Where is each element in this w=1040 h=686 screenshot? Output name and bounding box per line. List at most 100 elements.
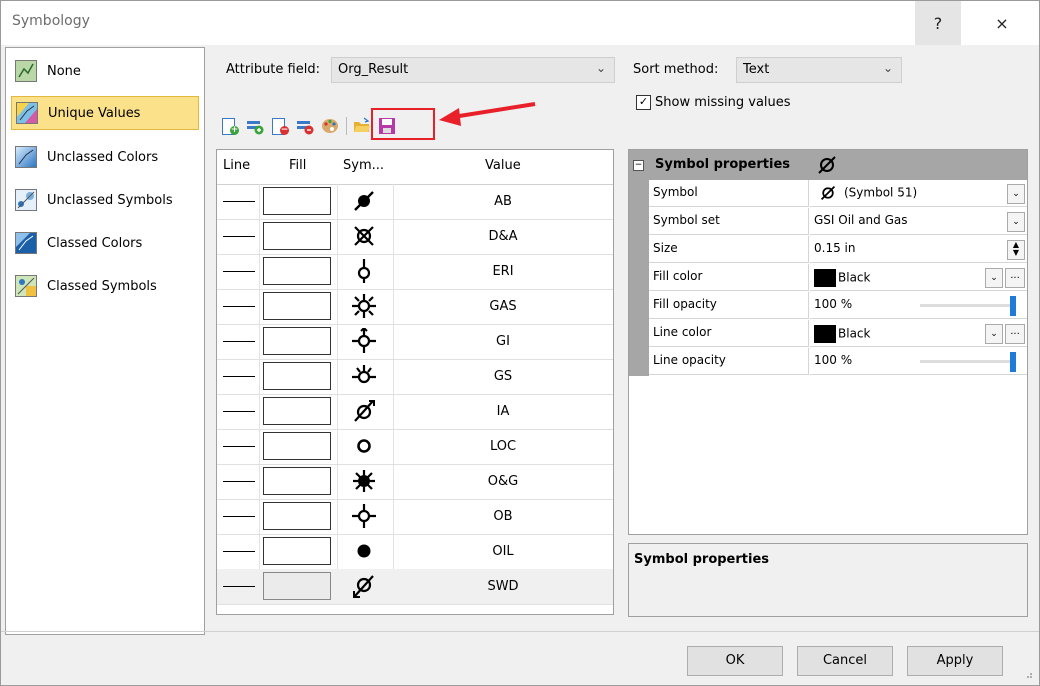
table-row[interactable]: ERI [217,254,613,290]
table-row[interactable]: IA [217,394,613,430]
line-style-swatch[interactable] [223,586,255,587]
fill-opacity-slider-thumb[interactable] [1010,296,1016,316]
ok-button[interactable]: OK [687,646,783,676]
fill-color-more-button[interactable]: ... [1005,268,1025,288]
type-classed-colors[interactable]: Classed Colors [11,226,199,260]
fill-opacity-slider[interactable] [920,304,1016,307]
prop-size-label: Size [649,236,809,263]
table-row[interactable]: SWD [217,569,613,605]
table-row[interactable]: OIL [217,534,613,570]
line-color-more-button[interactable]: ... [1005,324,1025,344]
gs-symbol-icon[interactable] [351,363,377,389]
show-missing-values-checkbox[interactable]: ✓ Show missing values [636,95,791,110]
swd-symbol-icon[interactable] [351,573,377,599]
show-missing-values-label: Show missing values [655,95,791,110]
chevron-down-icon[interactable]: ⌄ [985,324,1003,344]
column-value[interactable]: Value [485,158,521,173]
table-row[interactable]: O&G [217,464,613,500]
fill-swatch[interactable] [263,467,331,495]
prop-fill-color-value[interactable]: Black ⌄ ... [810,264,1027,291]
spinner-icon[interactable]: ▲ ▼ [1007,240,1025,260]
line-style-swatch[interactable] [223,516,255,517]
collapse-icon[interactable]: − [633,160,644,171]
chevron-down-icon: ⌄ [882,61,893,75]
column-symbol[interactable]: Sym... [343,158,384,173]
chevron-down-icon[interactable]: ⌄ [985,268,1003,288]
line-style-swatch[interactable] [223,341,255,342]
type-classed-symbols[interactable]: Classed Symbols [11,269,199,303]
type-unique-values[interactable]: Unique Values [11,96,199,130]
grid-header: Line Fill Sym... Value [217,150,613,185]
table-row[interactable]: D&A [217,219,613,255]
fill-swatch[interactable] [263,502,331,530]
chevron-down-icon[interactable]: ⌄ [1007,212,1025,232]
fill-swatch[interactable] [263,187,331,215]
line-style-swatch[interactable] [223,306,255,307]
ab-symbol-icon[interactable] [351,188,377,214]
table-row[interactable]: GI [217,324,613,360]
add-all-values-icon[interactable] [246,117,264,135]
column-fill[interactable]: Fill [289,158,306,173]
type-unclassed-colors[interactable]: Unclassed Colors [11,140,199,174]
attribute-field-select[interactable]: Org_Result ⌄ [331,57,615,83]
line-style-swatch[interactable] [223,481,255,482]
help-button[interactable]: ? [915,1,961,45]
remove-all-values-icon[interactable] [296,117,314,135]
type-unclassed-symbols[interactable]: Unclassed Symbols [11,183,199,217]
fill-swatch[interactable] [263,537,331,565]
prop-fill-opacity-row: Fill opacity 100 % [629,292,1027,320]
type-none[interactable]: None [11,54,199,88]
table-row[interactable]: AB [217,184,613,220]
fill-swatch[interactable] [263,397,331,425]
add-value-icon[interactable]: + [221,117,239,135]
table-row[interactable]: LOC [217,429,613,465]
sort-method-select[interactable]: Text ⌄ [736,57,902,83]
remove-value-icon[interactable]: − [271,117,289,135]
og-symbol-icon[interactable] [351,468,377,494]
value-cell: GS [493,369,513,384]
eri-symbol-icon[interactable] [351,258,377,284]
ob-symbol-icon[interactable] [351,503,377,529]
apply-button[interactable]: Apply [907,646,1003,676]
oil-symbol-icon[interactable] [351,538,377,564]
prop-symbol-value[interactable]: (Symbol 51) ⌄ [810,180,1027,207]
line-opacity-slider[interactable] [920,360,1016,363]
table-row[interactable]: GS [217,359,613,395]
prop-size-value[interactable]: 0.15 in ▲ ▼ [810,236,1027,263]
gi-symbol-icon[interactable] [351,328,377,354]
resize-grip-icon[interactable] [1023,669,1033,679]
chevron-down-icon[interactable]: ⌄ [1007,184,1025,204]
cancel-button[interactable]: Cancel [797,646,893,676]
fill-swatch[interactable] [263,432,331,460]
fill-swatch[interactable] [263,572,331,600]
line-style-swatch[interactable] [223,271,255,272]
properties-header[interactable]: − Symbol properties [629,150,1027,180]
fill-swatch[interactable] [263,327,331,355]
value-cell: LOC [489,439,517,454]
prop-line-color-text: Black [838,326,871,341]
table-row[interactable]: OB [217,499,613,535]
line-style-swatch[interactable] [223,551,255,552]
close-button[interactable]: × [979,1,1025,45]
table-row[interactable]: GAS [217,289,613,325]
fill-swatch[interactable] [263,292,331,320]
fill-swatch[interactable] [263,222,331,250]
line-style-swatch[interactable] [223,201,255,202]
line-style-swatch[interactable] [223,376,255,377]
gas-symbol-icon[interactable] [351,293,377,319]
line-style-swatch[interactable] [223,236,255,237]
open-folder-icon[interactable] [353,117,371,135]
loc-symbol-icon[interactable] [351,433,377,459]
prop-symbol-set-value[interactable]: GSI Oil and Gas ⌄ [810,208,1027,235]
fill-swatch[interactable] [263,362,331,390]
red-arrow-annotation [439,102,536,126]
line-opacity-slider-thumb[interactable] [1010,352,1016,372]
column-line[interactable]: Line [223,158,250,173]
fill-swatch[interactable] [263,257,331,285]
ia-symbol-icon[interactable] [351,398,377,424]
prop-line-color-value[interactable]: Black ⌄ ... [810,320,1027,347]
line-style-swatch[interactable] [223,411,255,412]
line-style-swatch[interactable] [223,446,255,447]
color-palette-icon[interactable] [321,117,339,135]
da-symbol-icon[interactable] [351,223,377,249]
